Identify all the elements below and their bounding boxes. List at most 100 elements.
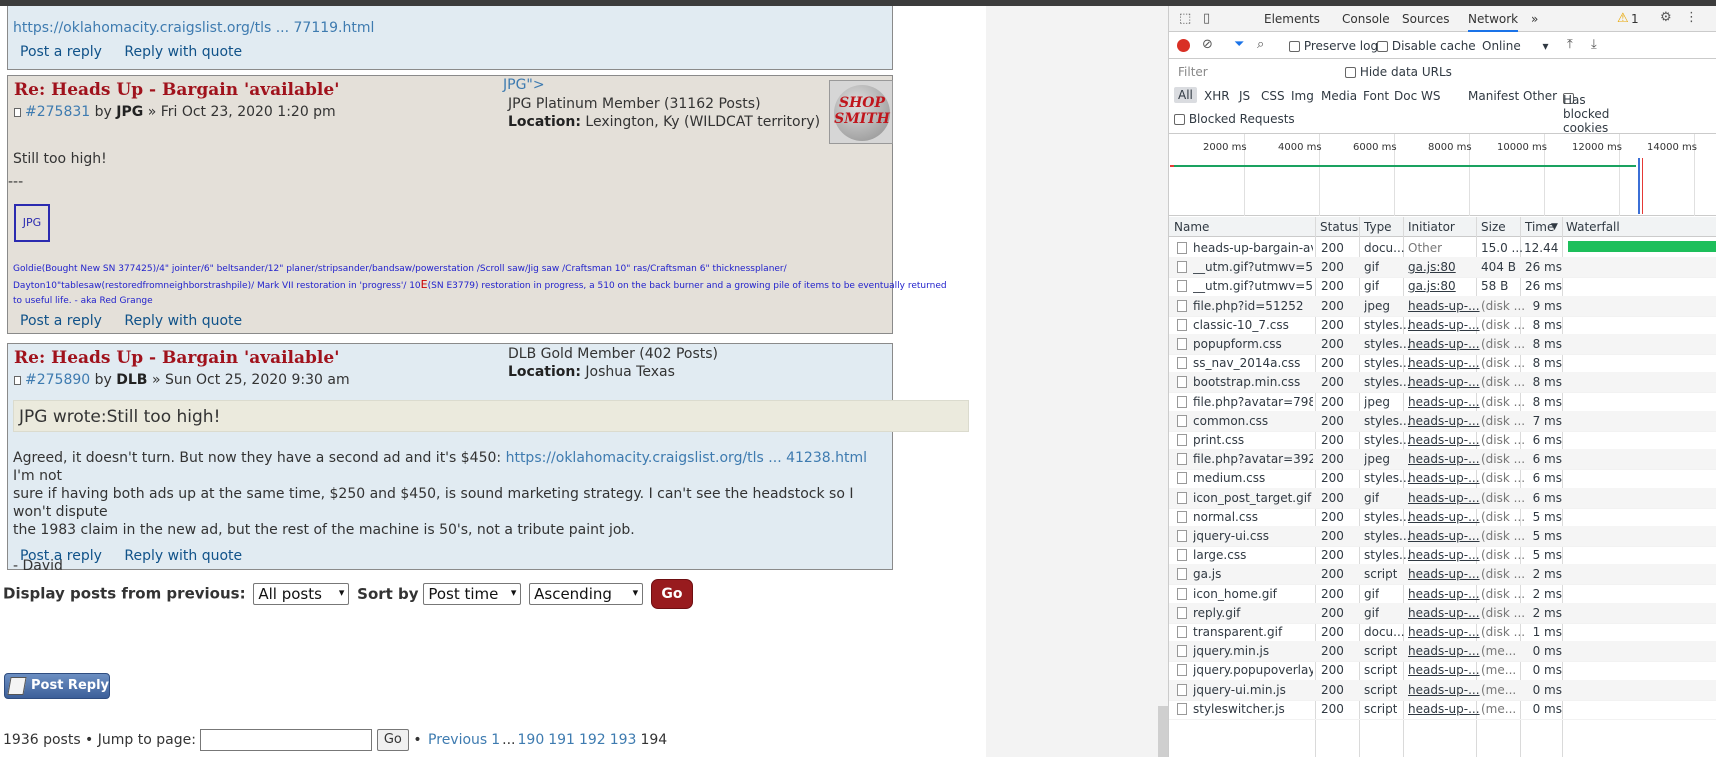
request-row[interactable]: reply.gif 200 gif heads-up-... (disk ... 2 ms bbox=[1169, 602, 1716, 624]
craigslist-link[interactable]: https://oklahomacity.craigslist.org/tls … bbox=[506, 450, 867, 466]
request-row[interactable]: jquery-ui.min.js 200 script heads-up-... (me… bbox=[1169, 679, 1716, 701]
request-initiator[interactable]: heads-up-... bbox=[1408, 433, 1480, 447]
hide-data-urls-checkbox[interactable]: Hide data URLs bbox=[1345, 65, 1452, 79]
post-reply-link[interactable]: Post a reply bbox=[20, 548, 102, 564]
previous-page-link[interactable]: Previous bbox=[428, 732, 487, 748]
go-button[interactable]: Go bbox=[650, 579, 693, 609]
col-time[interactable]: Time bbox=[1525, 220, 1554, 234]
request-initiator[interactable]: heads-up-... bbox=[1408, 625, 1480, 639]
reply-with-quote-link[interactable]: Reply with quote bbox=[124, 548, 242, 564]
record-icon[interactable] bbox=[1177, 39, 1190, 52]
request-row[interactable]: classic-10_7.css 200 styles... heads-up-...… bbox=[1169, 315, 1716, 336]
col-waterfall[interactable]: Waterfall bbox=[1566, 220, 1620, 234]
request-initiator[interactable]: ga.js:80 bbox=[1408, 279, 1456, 293]
type-img[interactable]: Img bbox=[1291, 89, 1314, 103]
request-initiator[interactable]: heads-up-... bbox=[1408, 356, 1480, 370]
post-id-link[interactable]: #275831 bbox=[25, 104, 90, 120]
type-ws[interactable]: WS bbox=[1421, 89, 1440, 103]
request-row[interactable]: jquery.min.js 200 script heads-up-... (me...… bbox=[1169, 641, 1716, 663]
tab-elements[interactable]: Elements bbox=[1264, 12, 1320, 26]
gear-icon[interactable]: ⚙ bbox=[1660, 10, 1672, 25]
col-status[interactable]: Status bbox=[1320, 220, 1358, 234]
request-initiator[interactable]: heads-up-... bbox=[1408, 337, 1480, 351]
request-initiator[interactable]: heads-up-... bbox=[1408, 491, 1480, 505]
request-initiator[interactable]: heads-up-... bbox=[1408, 395, 1480, 409]
author-link[interactable]: DLB bbox=[116, 372, 147, 388]
request-initiator[interactable]: ga.js:80 bbox=[1408, 260, 1456, 274]
col-initiator[interactable]: Initiator bbox=[1408, 220, 1455, 234]
clear-icon[interactable]: ⊘ bbox=[1202, 37, 1213, 52]
blocked-requests-checkbox[interactable]: Blocked Requests bbox=[1174, 112, 1295, 126]
order-select[interactable]: Ascending ▾ bbox=[529, 583, 644, 605]
request-initiator[interactable]: heads-up-... bbox=[1408, 452, 1480, 466]
request-initiator[interactable]: heads-up-... bbox=[1408, 529, 1480, 543]
request-initiator[interactable]: heads-up-... bbox=[1408, 663, 1480, 677]
request-initiator[interactable]: heads-up-... bbox=[1408, 471, 1480, 485]
request-row[interactable]: file.php?avatar=3922_1... 200 jpeg heads-up… bbox=[1169, 449, 1716, 471]
warning-icon[interactable]: ⚠ bbox=[1617, 11, 1629, 26]
reply-with-quote-link[interactable]: Reply with quote bbox=[124, 313, 242, 329]
request-row[interactable]: styleswitcher.js 200 script heads-up-... (me… bbox=[1169, 699, 1716, 720]
type-js[interactable]: JS bbox=[1239, 89, 1250, 103]
col-size[interactable]: Size bbox=[1481, 220, 1506, 234]
type-font[interactable]: Font bbox=[1363, 89, 1389, 103]
request-row[interactable]: common.css 200 styles... heads-up-... (disk … bbox=[1169, 410, 1716, 432]
reply-with-quote-link[interactable]: Reply with quote bbox=[124, 44, 242, 60]
col-type[interactable]: Type bbox=[1364, 220, 1392, 234]
request-row[interactable]: popupform.css 200 styles... heads-up-... (di… bbox=[1169, 334, 1716, 355]
post-target-icon[interactable] bbox=[14, 107, 21, 117]
inspect-icon[interactable]: ⬚ bbox=[1179, 11, 1191, 26]
request-initiator[interactable]: heads-up-... bbox=[1408, 567, 1480, 581]
request-row[interactable]: medium.css 200 styles... heads-up-... (disk … bbox=[1169, 468, 1716, 490]
page-link[interactable]: 190 bbox=[518, 732, 545, 748]
sort-select[interactable]: Post time ▾ bbox=[423, 583, 522, 605]
filter-icon[interactable]: ⏷ bbox=[1234, 37, 1244, 52]
search-icon[interactable]: ⌕ bbox=[1257, 37, 1264, 52]
upload-icon[interactable]: ⤒ bbox=[1567, 37, 1573, 52]
request-row[interactable]: normal.css 200 styles... heads-up-... (disk … bbox=[1169, 507, 1716, 528]
request-row[interactable]: transparent.gif 200 docu... heads-up-... (di… bbox=[1169, 622, 1716, 643]
page-link[interactable]: 191 bbox=[548, 732, 575, 748]
request-row[interactable]: __utm.gif?utmwv=5.7.2... 200 gif ga.js:80 58… bbox=[1169, 276, 1716, 298]
type-media[interactable]: Media bbox=[1321, 89, 1357, 103]
post-title[interactable]: Re: Heads Up - Bargain 'available' bbox=[14, 80, 339, 100]
preserve-log-checkbox[interactable]: Preserve log bbox=[1289, 39, 1378, 53]
request-initiator[interactable]: heads-up-... bbox=[1408, 414, 1480, 428]
type-all[interactable]: All bbox=[1174, 87, 1197, 103]
request-initiator[interactable]: heads-up-... bbox=[1408, 510, 1480, 524]
request-row[interactable]: ss_nav_2014a.css 200 styles... heads-up-...… bbox=[1169, 353, 1716, 375]
type-manifest[interactable]: Manifest bbox=[1468, 89, 1519, 103]
tab-network[interactable]: Network bbox=[1468, 12, 1519, 32]
tab-console[interactable]: Console bbox=[1342, 12, 1390, 26]
device-toolbar-icon[interactable]: ▯ bbox=[1203, 11, 1210, 26]
disable-cache-checkbox[interactable]: Disable cache bbox=[1377, 39, 1476, 53]
jump-page-input[interactable] bbox=[200, 729, 373, 751]
display-select[interactable]: All posts ▾ bbox=[253, 583, 350, 605]
post-title[interactable]: Re: Heads Up - Bargain 'available' bbox=[14, 348, 339, 368]
page-link[interactable]: 193 bbox=[610, 732, 637, 748]
request-initiator[interactable]: heads-up-... bbox=[1408, 299, 1480, 313]
post-target-icon[interactable] bbox=[14, 375, 21, 385]
request-row[interactable]: file.php?id=51252 200 jpeg heads-up-... (dis… bbox=[1169, 295, 1716, 317]
jump-go-button[interactable]: Go bbox=[376, 729, 409, 751]
type-doc[interactable]: Doc bbox=[1394, 89, 1417, 103]
request-initiator[interactable]: heads-up-... bbox=[1408, 702, 1480, 716]
filter-input[interactable]: Filter bbox=[1174, 63, 1332, 81]
type-other[interactable]: Other bbox=[1523, 89, 1557, 103]
col-name[interactable]: Name bbox=[1174, 220, 1209, 234]
request-initiator[interactable]: heads-up-... bbox=[1408, 375, 1480, 389]
page-link[interactable]: 1 bbox=[491, 732, 500, 748]
type-xhr[interactable]: XHR bbox=[1204, 89, 1230, 103]
request-row[interactable]: icon_post_target.gif 200 gif heads-up-... (d… bbox=[1169, 487, 1716, 509]
request-row[interactable]: bootstrap.min.css 200 styles... heads-up-..… bbox=[1169, 372, 1716, 394]
craigslist-link[interactable]: https://oklahomacity.craigslist.org/tls … bbox=[13, 20, 374, 36]
request-initiator[interactable]: heads-up-... bbox=[1408, 644, 1480, 658]
request-initiator[interactable]: heads-up-... bbox=[1408, 548, 1480, 562]
page-link[interactable]: 192 bbox=[579, 732, 606, 748]
request-initiator[interactable]: heads-up-... bbox=[1408, 606, 1480, 620]
post-reply-link[interactable]: Post a reply bbox=[20, 313, 102, 329]
tab-sources[interactable]: Sources bbox=[1402, 12, 1449, 26]
request-initiator[interactable]: heads-up-... bbox=[1408, 318, 1480, 332]
throttle-select[interactable]: Online ▾ bbox=[1482, 39, 1549, 53]
post-id-link[interactable]: #275890 bbox=[25, 372, 90, 388]
